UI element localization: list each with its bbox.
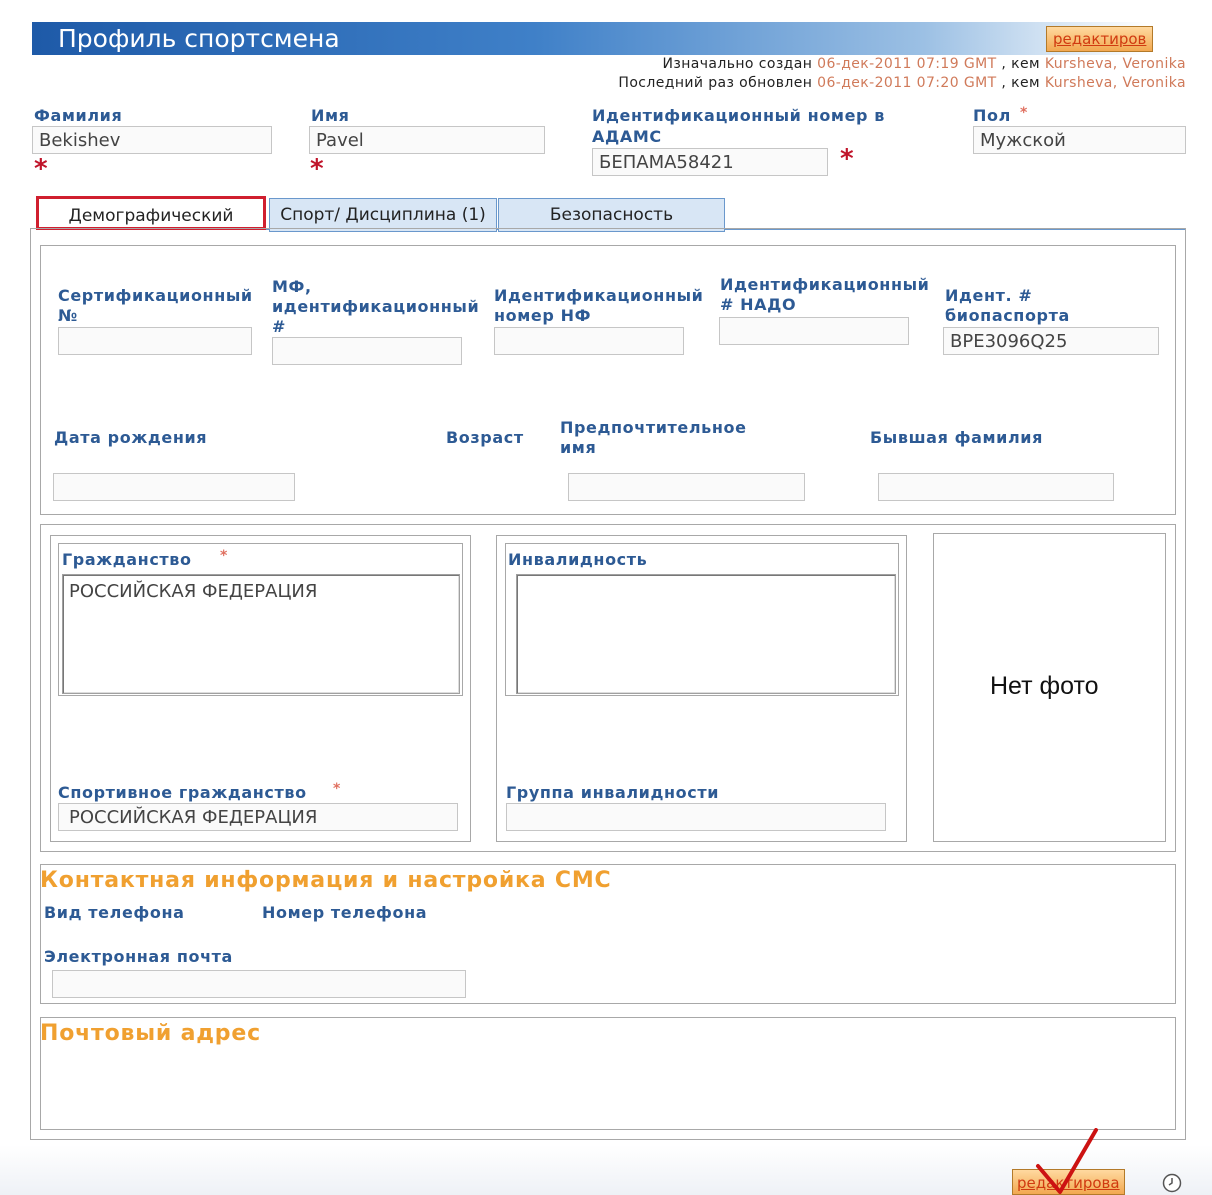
nf-id-label: Идентификационный номер НФ [494, 286, 704, 325]
no-photo-text: Нет фото [990, 672, 1099, 700]
sport-citizenship-required-mark: * [333, 781, 341, 797]
checkmark-annotation-icon [1036, 1128, 1098, 1194]
adams-id-field[interactable]: БЕПАМА58421 [592, 148, 828, 176]
nf-id-field[interactable] [494, 327, 684, 355]
created-prefix: Изначально создан [662, 56, 813, 72]
updated-by-label: , кем [1001, 75, 1040, 91]
mf-id-label: МФ, идентификационный # [272, 277, 480, 336]
updated-prefix: Последний раз обновлен [618, 75, 813, 91]
contact-section-title: Контактная информация и настройка СМС [40, 868, 612, 893]
sport-citizenship-label: Спортивное гражданство [58, 783, 307, 802]
updated-info: Последний раз обновлен 06-дек-2011 07:20… [618, 75, 1186, 91]
adams-label-line2: АДАМС [592, 127, 662, 146]
phone-number-label: Номер телефона [262, 903, 428, 922]
citizenship-option[interactable]: РОССИЙСКАЯ ФЕДЕРАЦИЯ [69, 581, 453, 602]
biopassport-field[interactable]: BPE3096Q25 [943, 327, 1159, 355]
adams-required-mark: * [840, 144, 854, 174]
cert-number-field[interactable] [58, 327, 252, 355]
created-user-link[interactable]: Kursheva, Veronika [1045, 56, 1186, 72]
updated-date: 06-дек-2011 07:20 GMT [817, 75, 997, 91]
cert-number-label: Сертификационный № [58, 286, 253, 325]
tab-security[interactable]: Безопасность [498, 198, 725, 232]
disability-group-label: Группа инвалидности [506, 783, 720, 802]
dob-label: Дата рождения [54, 428, 208, 447]
name-label: Имя [311, 106, 350, 125]
tab-demographic[interactable]: Демографический [36, 196, 266, 230]
email-field[interactable] [52, 970, 466, 998]
name-required-mark: * [310, 154, 324, 184]
mf-id-field[interactable] [272, 337, 462, 365]
gender-label: Пол [973, 106, 1011, 125]
nado-id-field[interactable] [719, 317, 909, 345]
email-label: Электронная почта [44, 947, 233, 966]
page-title: Профиль спортсмена [58, 24, 340, 53]
dob-field[interactable] [53, 473, 295, 501]
citizenship-label: Гражданство [62, 550, 192, 569]
age-label: Возраст [446, 428, 524, 447]
former-surname-field[interactable] [878, 473, 1114, 501]
gender-field[interactable]: Мужской [973, 126, 1186, 154]
nado-id-label: Идентификационный # НАДО [720, 275, 930, 314]
name-field[interactable]: Pavel [309, 126, 545, 154]
updated-user-link[interactable]: Kursheva, Veronika [1045, 75, 1186, 91]
edit-button-top[interactable]: редактиров [1046, 26, 1154, 52]
disability-group-field[interactable] [506, 803, 886, 831]
surname-label: Фамилия [34, 106, 123, 125]
surname-field[interactable]: Bekishev [32, 126, 272, 154]
gender-required-mark: * [1020, 105, 1028, 121]
tab-sport-discipline[interactable]: Спорт/ Дисциплина (1) [269, 198, 497, 232]
preferred-name-field[interactable] [568, 473, 805, 501]
former-surname-label: Бывшая фамилия [870, 428, 1043, 447]
disability-listbox[interactable] [516, 574, 896, 694]
preferred-name-label: Предпочтительное имя [560, 418, 747, 457]
biopassport-label: Идент. # биопаспорта [945, 286, 1070, 325]
postal-section-title: Почтовый адрес [40, 1021, 261, 1046]
citizenship-listbox[interactable]: РОССИЙСКАЯ ФЕДЕРАЦИЯ [62, 574, 460, 694]
citizenship-required-mark: * [220, 548, 228, 564]
surname-required-mark: * [34, 154, 48, 184]
created-by-label: , кем [1001, 56, 1040, 72]
sport-citizenship-field[interactable]: РОССИЙСКАЯ ФЕДЕРАЦИЯ [58, 803, 458, 831]
clock-icon[interactable] [1161, 1172, 1183, 1194]
adams-label-line1: Идентификационный номер в [592, 106, 885, 125]
phone-type-label: Вид телефона [44, 903, 185, 922]
disability-label: Инвалидность [508, 550, 648, 569]
created-date: 06-дек-2011 07:19 GMT [817, 56, 997, 72]
created-info: Изначально создан 06-дек-2011 07:19 GMT … [662, 56, 1186, 72]
